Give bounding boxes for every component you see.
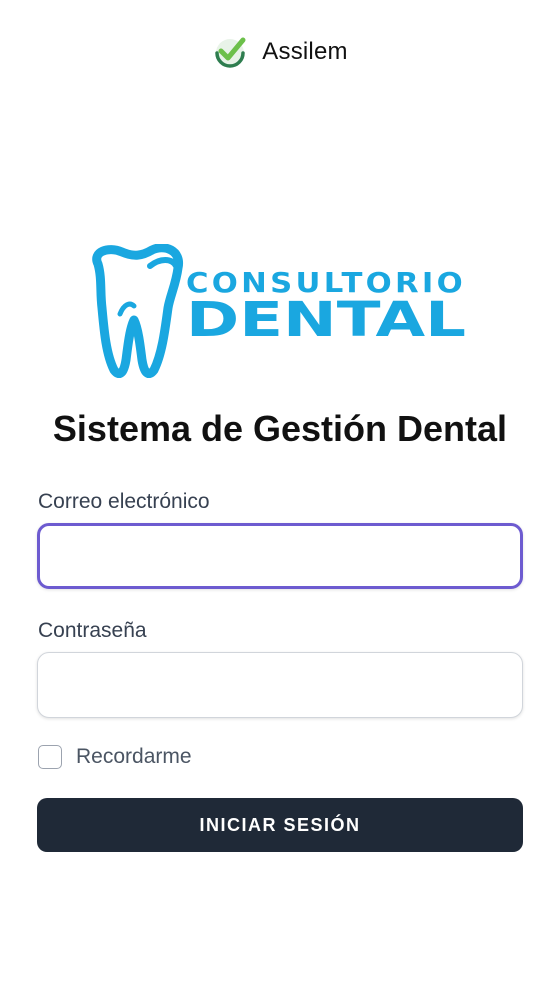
email-field[interactable]	[37, 523, 523, 589]
tooth-icon	[92, 244, 184, 378]
remember-label: Recordarme	[76, 745, 192, 768]
app-header: Assilem	[0, 34, 560, 70]
brand-name: Assilem	[262, 38, 348, 65]
consultorio-dental-logo: CONSULTORIO DENTAL	[90, 244, 470, 378]
login-button[interactable]: INICIAR SESIÓN	[37, 798, 523, 852]
remember-me[interactable]: Recordarme	[38, 745, 192, 769]
remember-checkbox[interactable]	[38, 745, 62, 769]
logo-line2: DENTAL	[186, 292, 466, 348]
login-page: Assilem CONSULTORIO DENTAL Sistema de Ge…	[0, 0, 560, 997]
check-badge-icon	[212, 34, 248, 70]
password-field[interactable]	[37, 652, 523, 718]
page-title: Sistema de Gestión Dental	[52, 408, 508, 449]
email-label: Correo electrónico	[38, 490, 210, 513]
password-label: Contraseña	[38, 619, 147, 642]
